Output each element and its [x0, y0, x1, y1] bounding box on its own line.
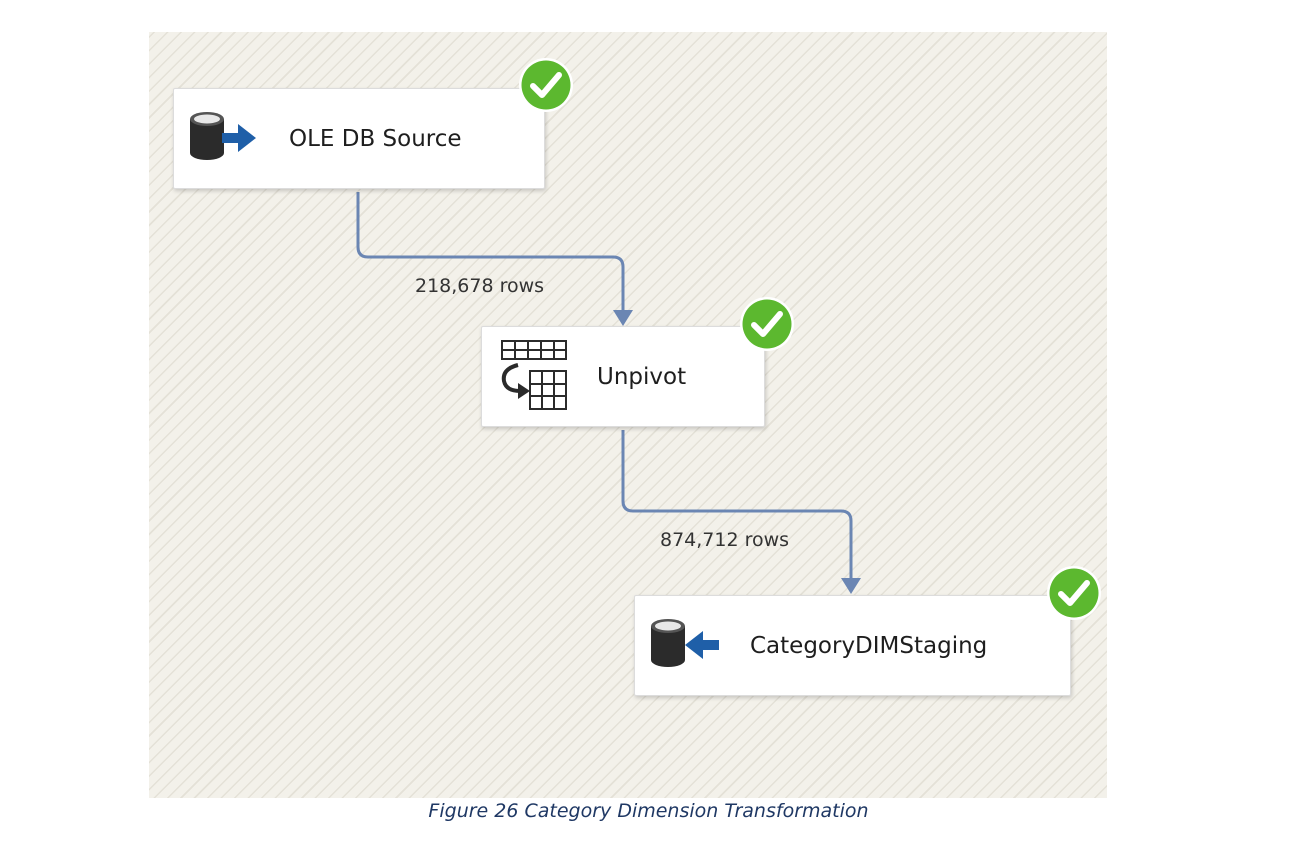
data-flow-canvas[interactable]: 218,678 rows 874,712 rows OLE DB Source: [149, 32, 1107, 798]
success-check-icon: [739, 296, 795, 352]
success-check-icon: [518, 57, 574, 113]
category-dim-staging-component[interactable]: CategoryDIMStaging: [634, 595, 1071, 696]
node-label: Unpivot: [597, 363, 687, 390]
edge-label-row-count: 218,678 rows: [415, 275, 545, 297]
edge-label-row-count: 874,712 rows: [660, 529, 790, 551]
database-destination-icon: [649, 616, 721, 676]
unpivot-component[interactable]: Unpivot: [481, 326, 765, 427]
database-source-icon: [188, 109, 260, 169]
figure-caption: Figure 26 Category Dimension Transformat…: [428, 800, 869, 822]
unpivot-icon: [498, 339, 570, 415]
ole-db-source-component[interactable]: OLE DB Source: [173, 88, 545, 189]
data-path-unpivot-to-destination[interactable]: [621, 430, 853, 580]
success-check-icon: [1046, 565, 1102, 621]
arrowhead-icon: [613, 310, 633, 326]
arrowhead-icon: [841, 578, 861, 594]
node-label: OLE DB Source: [289, 125, 462, 152]
node-label: CategoryDIMStaging: [750, 632, 988, 659]
